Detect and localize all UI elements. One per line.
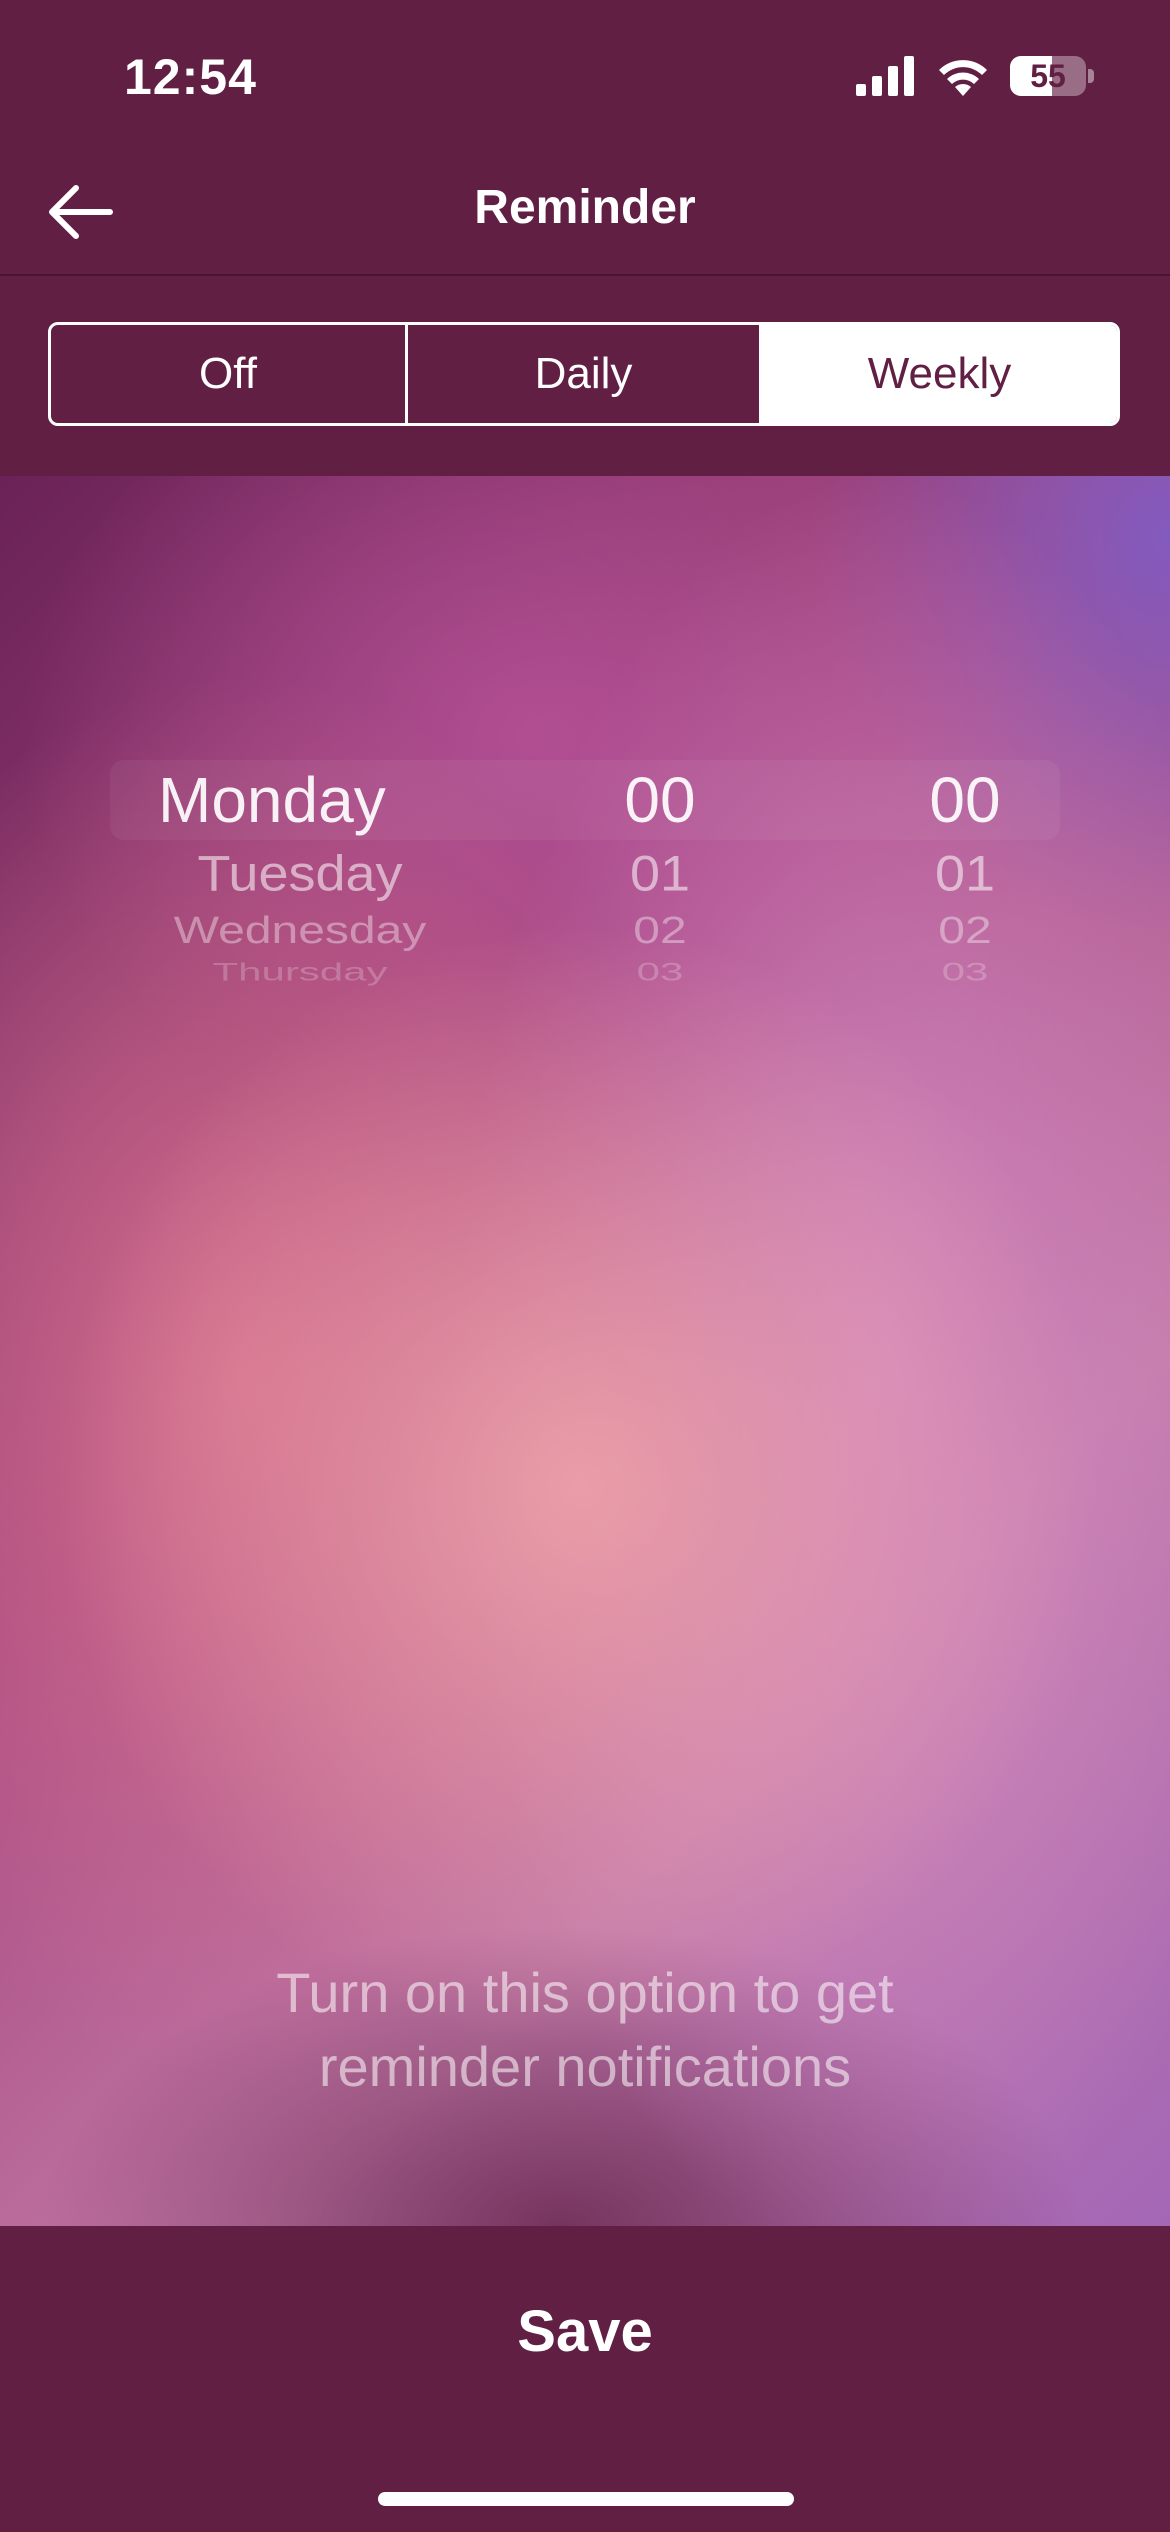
page-title: Reminder (474, 181, 696, 234)
home-indicator (378, 2492, 794, 2506)
reminder-content: Monday Tuesday Wednesday Thursday 00 01 … (0, 476, 1170, 2226)
battery-icon: 55 (1010, 56, 1094, 96)
signal-icon (856, 56, 914, 96)
segment-daily[interactable]: Daily (408, 325, 762, 423)
minute-option-selected[interactable]: 00 (845, 762, 1060, 838)
hour-option[interactable]: 03 (540, 959, 780, 984)
status-bar: 12:54 55 (0, 0, 1170, 150)
segment-weekly[interactable]: Weekly (762, 325, 1117, 423)
minute-option[interactable]: 02 (845, 911, 1060, 951)
minute-option[interactable]: 03 (845, 959, 1060, 984)
status-time: 12:54 (124, 49, 257, 105)
nav-bar: Reminder (0, 150, 1170, 276)
day-wheel[interactable]: Monday Tuesday Wednesday Thursday (140, 756, 460, 986)
hour-option-selected[interactable]: 00 (540, 762, 780, 838)
hour-option[interactable]: 01 (540, 846, 780, 901)
hour-option[interactable]: 02 (540, 911, 780, 951)
segment-area: Off Daily Weekly (0, 276, 1170, 476)
wifi-icon (939, 60, 987, 96)
hour-wheel[interactable]: 00 01 02 03 (540, 756, 780, 986)
hint-line-2: reminder notifications (318, 2035, 852, 2098)
time-picker: Monday Tuesday Wednesday Thursday 00 01 … (110, 756, 1060, 986)
minute-option[interactable]: 01 (845, 846, 1060, 901)
segment-off[interactable]: Off (51, 325, 408, 423)
day-option-selected[interactable]: Monday (140, 762, 460, 838)
battery-level: 55 (1030, 58, 1066, 94)
day-option[interactable]: Thursday (140, 959, 460, 984)
day-option[interactable]: Tuesday (140, 846, 460, 901)
minute-wheel[interactable]: 00 01 02 03 (845, 756, 1060, 986)
save-button[interactable]: Save (0, 2226, 1170, 2436)
frequency-segmented-control: Off Daily Weekly (48, 322, 1120, 426)
day-option[interactable]: Wednesday (140, 911, 460, 951)
hint-line-1: Turn on this option to get (276, 1961, 894, 2024)
hint-text: Turn on this option to get reminder noti… (0, 1956, 1170, 2104)
footer: Save (0, 2226, 1170, 2532)
